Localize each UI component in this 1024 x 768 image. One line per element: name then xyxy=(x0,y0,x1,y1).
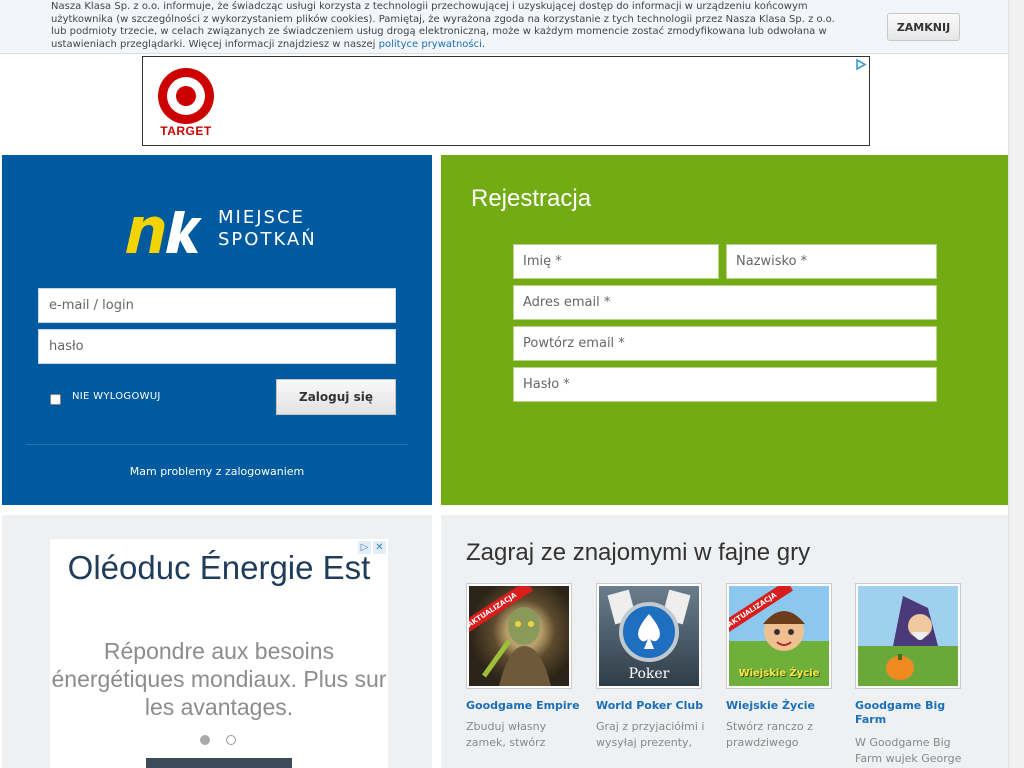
registration-title: Rejestracja xyxy=(471,185,592,212)
side-ad-area: ▷ ✕ Oléoduc Énergie Est Répondre aux bes… xyxy=(2,515,432,768)
game-image: Poker xyxy=(599,586,699,686)
first-name-input[interactable]: Imię * xyxy=(513,244,719,279)
login-button[interactable]: Zaloguj się xyxy=(276,379,396,415)
carousel-dot-1[interactable] xyxy=(200,735,210,745)
game-thumbnail[interactable]: AKTUALIZACJA xyxy=(466,583,572,689)
password-input[interactable]: Hasło * xyxy=(513,367,937,402)
login-panel: MIEJSCE SPOTKAŃ e-mail / login hasło NIE… xyxy=(2,155,432,505)
last-name-input[interactable]: Nazwisko * xyxy=(726,244,937,279)
email-repeat-input[interactable]: Powtórz email * xyxy=(513,326,937,361)
farmer-pumpkin-icon xyxy=(886,596,938,680)
poker-thumb-label: Poker xyxy=(628,666,670,682)
target-logo-icon xyxy=(158,68,214,124)
game-name[interactable]: Goodgame Big Farm xyxy=(855,699,975,727)
game-thumbnail[interactable]: Poker xyxy=(596,583,702,689)
orc-warrior-icon xyxy=(481,607,551,686)
email-input[interactable]: Adres email * xyxy=(513,285,937,320)
cookie-notice-text: Nasza Klasa Sp. z o.o. informuje, że świ… xyxy=(51,1,835,50)
game-description: Graj z przyjaciółmi i wysyłaj prezenty, xyxy=(596,720,705,749)
page-scrollbar[interactable] xyxy=(1008,0,1024,768)
game-image: AKTUALIZACJA Wiejskie Życie xyxy=(729,586,829,686)
farm-thumb-label: Wiejskie Życie xyxy=(738,668,820,679)
login-password-input[interactable]: hasło xyxy=(38,329,396,364)
remember-me-label: NIE WYLOGOWUJ xyxy=(72,391,161,402)
registration-panel: Rejestracja Imię * Nazwisko * Adres emai… xyxy=(441,155,1008,505)
nk-logo-icon xyxy=(126,211,202,253)
game-image: AKTUALIZACJA xyxy=(469,586,569,686)
game-name[interactable]: World Poker Club xyxy=(596,699,716,713)
side-banner-ad[interactable]: ▷ ✕ Oléoduc Énergie Est Répondre aux bes… xyxy=(50,539,388,768)
nk-slogan: MIEJSCE SPOTKAŃ xyxy=(218,207,317,250)
ad-subtitle: Répondre aux besoins énergétiques mondia… xyxy=(51,638,387,720)
ad-cta-button[interactable] xyxy=(146,758,292,768)
ad-title: Oléoduc Énergie Est xyxy=(67,549,371,586)
remember-me-checkbox[interactable] xyxy=(50,394,61,405)
target-brand-label: TARGET xyxy=(160,124,212,138)
carousel-dot-2[interactable] xyxy=(226,735,236,745)
login-email-input[interactable]: e-mail / login xyxy=(38,288,396,323)
adchoices-icon[interactable] xyxy=(854,58,867,71)
top-banner-ad[interactable]: TARGET xyxy=(142,56,870,146)
game-image xyxy=(858,586,958,686)
games-panel: Zagraj ze znajomymi w fajne gry AKTUALIZ… xyxy=(441,515,1008,768)
cookie-bar: Nasza Klasa Sp. z o.o. informuje, że świ… xyxy=(0,0,1008,54)
game-thumbnail[interactable]: AKTUALIZACJA Wiejskie Życie xyxy=(726,583,832,689)
game-name[interactable]: Goodgame Empire xyxy=(466,699,586,713)
login-problems-link[interactable]: Mam problemy z zalogowaniem xyxy=(2,465,432,478)
cookie-close-button[interactable]: ZAMKNIJ xyxy=(887,13,960,41)
game-name[interactable]: Wiejskie Życie xyxy=(726,699,846,713)
game-description: W Goodgame Big Farm wujek George xyxy=(855,736,962,765)
privacy-policy-link[interactable]: polityce prywatności xyxy=(379,39,482,50)
game-thumbnail[interactable] xyxy=(855,583,961,689)
ad-carousel-dots[interactable] xyxy=(200,735,236,745)
games-title: Zagraj ze znajomymi w fajne gry xyxy=(466,539,811,566)
game-description: Stwórz ranczo z prawdziwego xyxy=(726,720,813,749)
game-description: Zbuduj własny zamek, stwórz xyxy=(466,720,547,749)
login-divider xyxy=(26,444,408,445)
